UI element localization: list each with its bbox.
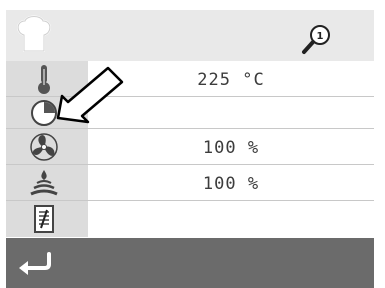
- oven-display-screen: 1 225 °C 100 % 100 %: [0, 0, 385, 288]
- top-bar: 1: [6, 10, 374, 61]
- fan-row[interactable]: 100 %: [6, 129, 374, 165]
- bottom-bar: [6, 238, 374, 288]
- fan-value-cell: 100 %: [88, 129, 374, 165]
- fan-icon: [30, 133, 58, 161]
- notes-icon-cell: [6, 201, 88, 237]
- humidity-icon-cell: [6, 165, 88, 201]
- chef-hat-icon[interactable]: [14, 13, 54, 55]
- notes-value-cell: [88, 201, 374, 237]
- fan-icon-cell: [6, 129, 88, 165]
- search-icon[interactable]: 1: [299, 21, 335, 57]
- humidity-value: 100 %: [202, 174, 260, 194]
- humidity-row[interactable]: 100 %: [6, 165, 374, 201]
- humidity-icon: [30, 170, 58, 196]
- notes-row[interactable]: [6, 201, 374, 237]
- fan-value: 100 %: [202, 138, 260, 158]
- humidity-value-cell: 100 %: [88, 165, 374, 201]
- pointer-arrow-icon: [56, 66, 124, 124]
- notes-icon: [34, 205, 54, 233]
- back-arrow-icon[interactable]: [15, 250, 55, 276]
- search-badge: 1: [317, 31, 324, 42]
